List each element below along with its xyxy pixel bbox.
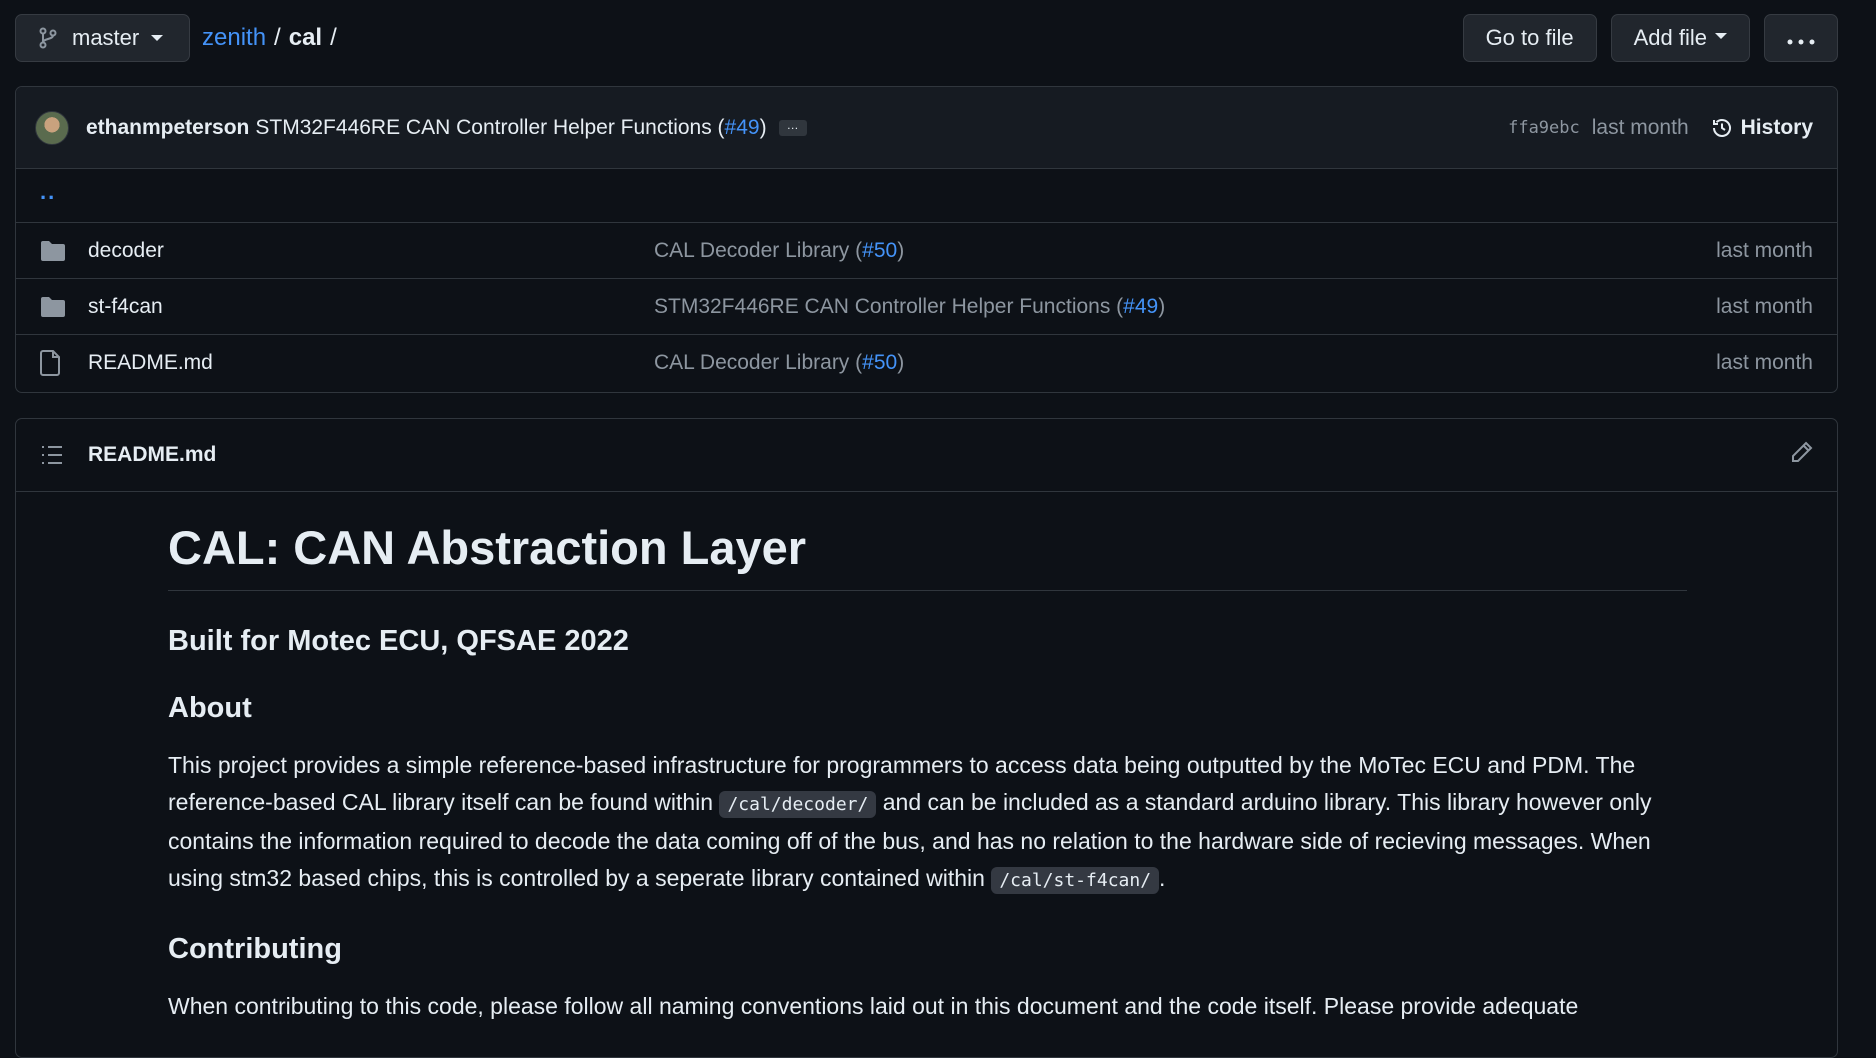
add-file-button[interactable]: Add file [1610,14,1750,62]
file-commit-pr-link[interactable]: #49 [1123,295,1158,318]
file-name-link[interactable]: decoder [88,239,654,263]
chevron-down-icon [1715,33,1727,39]
commit-message-suffix: ) [759,115,767,139]
file-commit-pr-link[interactable]: #50 [862,351,897,374]
file-commit-message[interactable]: STM32F446RE CAN Controller Helper Functi… [654,295,1716,319]
more-options-button[interactable] [1764,14,1838,62]
readme-subtitle: Built for Motec ECU, QFSAE 2022 [168,625,629,658]
branch-select-button[interactable]: master [15,14,190,62]
file-commit-message[interactable]: CAL Decoder Library (#50) [654,239,1716,263]
file-listing: ethanmpeterson STM32F446RE CAN Controlle… [15,86,1838,393]
readme-title: CAL: CAN Abstraction Layer [168,520,1687,592]
commit-pr-link[interactable]: #49 [725,116,760,139]
about-paragraph: This project provides a simple reference… [168,747,1687,899]
file-commit-time: last month [1716,294,1813,318]
file-name-link[interactable]: st-f4can [88,295,654,319]
folder-icon [40,240,88,262]
about-heading: About [168,692,252,725]
breadcrumb-repo-link[interactable]: zenith [202,24,266,52]
file-row[interactable]: decoder CAL Decoder Library (#50) last m… [16,223,1837,279]
commit-message-text: STM32F446RE CAN Controller Helper Functi… [255,115,725,139]
latest-commit-bar: ethanmpeterson STM32F446RE CAN Controlle… [16,87,1837,169]
history-icon [1711,117,1733,139]
file-row[interactable]: README.md CAL Decoder Library (#50) last… [16,335,1837,391]
list-unordered-icon[interactable] [40,444,88,466]
chevron-down-icon [151,35,164,41]
file-commit-time: last month [1716,351,1813,374]
file-icon [40,350,88,376]
file-commit-pr-link[interactable]: #50 [862,239,897,262]
file-commit-text: CAL Decoder Library ( [654,351,863,374]
readme-header: README.md [16,419,1837,492]
branch-name: master [72,25,140,50]
readme-panel: README.md CAL: CAN Abstraction Layer Bui… [15,418,1838,1058]
pencil-icon[interactable] [1791,441,1813,469]
file-commit-text: CAL Decoder Library ( [654,238,863,262]
breadcrumb-separator: / [274,24,281,51]
parent-directory-link[interactable]: .. [40,179,56,205]
breadcrumb: zenith / cal / [202,24,345,52]
kebab-horizontal-icon [1787,25,1815,51]
file-commit-message[interactable]: CAL Decoder Library (#50) [654,351,1716,375]
inline-code: /cal/decoder/ [719,790,877,818]
history-label: History [1740,115,1813,139]
contributing-heading: Contributing [168,933,342,966]
go-to-file-button[interactable]: Go to file [1462,14,1597,62]
git-branch-icon [38,27,58,49]
repo-toolbar: master zenith / cal / Go to file Add fil… [15,14,1838,62]
breadcrumb-current-dir: cal [288,24,323,51]
readme-filename[interactable]: README.md [88,443,1791,467]
add-file-label: Add file [1633,25,1707,50]
history-link[interactable]: History [1711,116,1813,140]
file-commit-suffix: ) [897,351,905,374]
avatar[interactable] [35,110,69,145]
file-row[interactable]: st-f4can STM32F446RE CAN Controller Help… [16,279,1837,335]
commit-hash-link[interactable]: ffa9ebc [1508,118,1580,138]
file-commit-text: STM32F446RE CAN Controller Helper Functi… [654,294,1124,318]
commit-author-link[interactable]: ethanmpeterson [86,116,249,140]
contributing-paragraph: When contributing to this code, please f… [168,993,1579,1020]
breadcrumb-separator: / [330,24,337,51]
folder-icon [40,296,88,318]
file-commit-time: last month [1716,238,1813,262]
readme-content: CAL: CAN Abstraction Layer Built for Mot… [16,492,1837,1025]
parent-directory-row[interactable]: .. [16,169,1837,223]
file-commit-suffix: ) [1158,294,1166,318]
commit-time: last month [1591,115,1689,139]
inline-code: /cal/st-f4can/ [991,866,1160,894]
about-text: . [1159,864,1166,891]
file-name-link[interactable]: README.md [88,351,654,375]
expand-commit-message-button[interactable]: … [778,119,807,136]
commit-message[interactable]: STM32F446RE CAN Controller Helper Functi… [255,116,766,140]
file-commit-suffix: ) [897,238,905,262]
